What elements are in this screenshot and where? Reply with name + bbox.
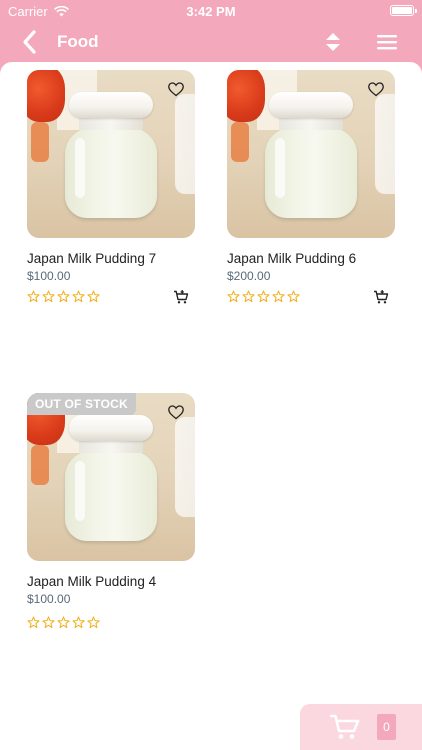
star-icon xyxy=(72,290,85,303)
heart-icon[interactable] xyxy=(167,403,185,421)
star-icon xyxy=(27,290,40,303)
add-to-cart-icon[interactable] xyxy=(373,289,389,305)
product-card[interactable]: Japan Milk Pudding 6 $200.00 xyxy=(227,70,395,304)
star-icon xyxy=(42,616,55,629)
product-grid: Japan Milk Pudding 7 $100.00 Japan Milk … xyxy=(0,62,422,750)
product-name[interactable]: Japan Milk Pudding 7 xyxy=(27,251,195,266)
heart-icon[interactable] xyxy=(167,80,185,98)
product-image[interactable] xyxy=(27,70,195,238)
product-card[interactable]: Japan Milk Pudding 7 $100.00 xyxy=(27,70,195,304)
clock: 3:42 PM xyxy=(186,4,236,19)
rating-stars xyxy=(27,290,195,304)
star-icon xyxy=(42,290,55,303)
product-price: $100.00 xyxy=(27,592,71,606)
battery-icon xyxy=(390,5,417,16)
star-icon xyxy=(242,290,255,303)
back-arrow-icon[interactable] xyxy=(18,28,42,56)
status-bar: Carrier 3:42 PM xyxy=(0,0,422,22)
add-to-cart-icon[interactable] xyxy=(173,289,189,305)
star-icon xyxy=(57,290,70,303)
star-icon xyxy=(27,616,40,629)
product-price: $100.00 xyxy=(27,269,71,283)
product-image[interactable]: OUT OF STOCK xyxy=(27,393,195,561)
product-price: $200.00 xyxy=(227,269,271,283)
star-icon xyxy=(87,616,100,629)
star-icon xyxy=(287,290,300,303)
star-icon xyxy=(72,616,85,629)
star-icon xyxy=(57,616,70,629)
cart-count: 0 xyxy=(377,714,396,740)
star-icon xyxy=(257,290,270,303)
navigation-bar: Food xyxy=(0,22,422,62)
product-name[interactable]: Japan Milk Pudding 4 xyxy=(27,574,195,589)
cart-summary[interactable]: 0 xyxy=(300,704,422,750)
star-icon xyxy=(227,290,240,303)
heart-icon[interactable] xyxy=(367,80,385,98)
out-of-stock-badge: OUT OF STOCK xyxy=(27,393,136,415)
menu-icon[interactable] xyxy=(375,32,399,52)
sort-icon[interactable] xyxy=(322,30,344,54)
cart-icon[interactable] xyxy=(330,713,360,741)
rating-stars xyxy=(27,616,195,630)
rating-stars xyxy=(227,290,395,304)
page-title: Food xyxy=(57,32,99,51)
product-name[interactable]: Japan Milk Pudding 6 xyxy=(227,251,395,266)
product-card[interactable]: OUT OF STOCK Japan Milk Pudding 4 $100.0… xyxy=(27,393,195,630)
product-image[interactable] xyxy=(227,70,395,238)
star-icon xyxy=(87,290,100,303)
star-icon xyxy=(272,290,285,303)
